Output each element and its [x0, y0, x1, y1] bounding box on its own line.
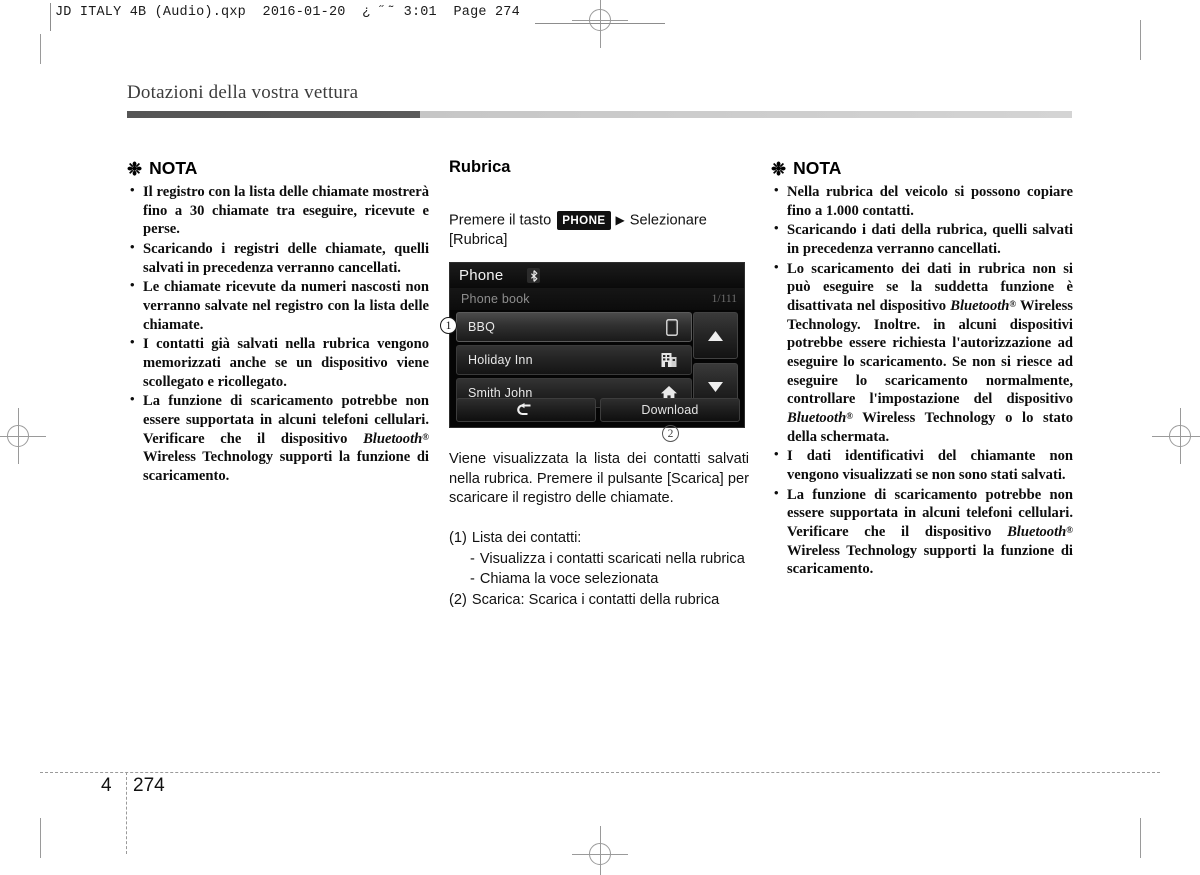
contact-name: Holiday Inn	[468, 353, 533, 368]
registration-mark-right	[1152, 408, 1200, 464]
legend-item: (2) Scarica: Scarica i contatti della ru…	[449, 591, 749, 611]
instruction-line: Premere il tasto PHONE ▶ Selezionare [Rubr…	[449, 211, 749, 250]
bluetooth-brand: Bluetooth	[363, 430, 423, 447]
asterisk-icon: ❉	[771, 158, 787, 179]
contact-name: BBQ	[468, 320, 495, 335]
back-button[interactable]	[456, 398, 596, 423]
crop-line-left-top	[40, 34, 41, 64]
triangle-down-icon	[708, 381, 723, 392]
back-arrow-icon	[517, 402, 531, 415]
head-unit-buttonbar: Download	[456, 398, 740, 423]
slug-rule-horizontal	[535, 23, 665, 24]
nota-heading-left: ❉ NOTA	[127, 158, 429, 179]
nota-list-right: Nella rubrica del veicolo si possono cop…	[771, 182, 1073, 579]
bluetooth-brand: Bluetooth	[950, 298, 1010, 315]
head-unit-figure: Phone Phone book 1/111 BBQ Holiday Inn S…	[440, 262, 745, 443]
nota-label: NOTA	[149, 158, 198, 178]
bluetooth-icon	[527, 268, 541, 284]
nota-text-after: Wireless Technology supporti la funzione…	[143, 449, 429, 485]
nota-text-after: Wireless Technology supporti la funzione…	[787, 542, 1073, 578]
head-unit-subheader: Phone book 1/111	[450, 288, 744, 311]
legend-marker: -	[470, 550, 475, 567]
nota-item-bluetooth: La funzione di scaricamento potrebbe non…	[127, 391, 429, 485]
page-indicator: 1/111	[711, 293, 737, 306]
legend-item: (1) Lista dei contatti:	[449, 529, 749, 549]
legend-marker: (2)	[449, 591, 467, 608]
legend-text: Chiama la voce selezionata	[479, 571, 659, 588]
callout-marker-2: 2	[662, 425, 679, 443]
registered-mark: ®	[1066, 524, 1073, 535]
legend-text: Scarica: Scarica i contatti della rubric…	[471, 591, 720, 608]
legend-list: (1) Lista dei contatti: - Visualizza i c…	[449, 529, 749, 610]
description-paragraph: Viene visualizzata la lista dei contatti…	[449, 451, 749, 507]
chapter-number: 4	[101, 775, 112, 796]
nota-item: Scaricando i registri delle chiamate, qu…	[127, 239, 429, 277]
left-column: ❉ NOTA Il registro con la lista delle ch…	[127, 158, 429, 487]
phonebook-label: Phone book	[461, 292, 530, 307]
middle-column: Rubrica Premere il tasto PHONE ▶ Seleziona…	[440, 158, 749, 611]
running-head: Dotazioni della vostra vettura	[127, 82, 359, 103]
slug-rule-vertical	[50, 3, 51, 31]
nota-item: Le chiamate ricevute da numeri nascosti …	[127, 277, 429, 334]
contact-row[interactable]: Holiday Inn	[456, 345, 692, 376]
legend-subitem: - Visualizza i contatti scaricati nella …	[470, 550, 749, 570]
legend-subitem: - Chiama la voce selezionata	[470, 570, 749, 590]
nota-item: Nella rubrica del veicolo si possono cop…	[771, 182, 1073, 220]
head-unit-titlebar: Phone	[450, 263, 744, 289]
registered-mark: ®	[846, 410, 853, 421]
contact-list: BBQ Holiday Inn Smith John	[456, 312, 692, 411]
nota-item-download-bluetooth: Lo scaricamento dei dati in rubrica non …	[771, 259, 1073, 447]
nota-list-left: Il registro con la lista delle chiamate …	[127, 182, 429, 486]
right-column: ❉ NOTA Nella rubrica del veicolo si poss…	[771, 158, 1073, 580]
head-unit-screen: Phone Phone book 1/111 BBQ Holiday Inn S…	[449, 262, 745, 429]
arrow-right-icon: ▶	[615, 212, 625, 227]
running-head-rule	[127, 111, 1072, 118]
nota-text-middle: Wireless Technology. Inoltre. in alcuni …	[787, 298, 1073, 408]
mobile-phone-icon	[666, 318, 678, 336]
footer-crop-line-horizontal	[40, 772, 1160, 773]
nota-item: I contatti già salvati nella rubrica ven…	[127, 334, 429, 391]
registered-mark: ®	[422, 431, 429, 442]
crop-line-left-bottom	[40, 818, 41, 858]
nota-item-bluetooth: La funzione di scaricamento potrebbe non…	[771, 485, 1073, 579]
triangle-up-icon	[708, 330, 723, 341]
registration-mark-left	[0, 408, 46, 464]
nota-item: Il registro con la lista delle chiamate …	[127, 182, 429, 239]
file-slug: JD ITALY 4B (Audio).qxp 2016-01-20 ¿ ˝˜ …	[55, 5, 520, 20]
contact-row[interactable]: BBQ	[456, 312, 692, 343]
legend-marker: -	[470, 571, 475, 588]
scroll-up-button[interactable]	[693, 312, 738, 360]
registration-mark-top	[572, 0, 628, 48]
office-building-icon	[661, 352, 678, 368]
page-number: 274	[133, 775, 165, 796]
legend-marker: (1)	[449, 529, 467, 546]
registration-mark-bottom	[572, 826, 628, 875]
asterisk-icon: ❉	[127, 158, 143, 179]
section-title: Rubrica	[449, 158, 511, 176]
footer-crop-line-vertical	[126, 772, 127, 854]
nota-label: NOTA	[793, 158, 842, 178]
nota-heading-right: ❉ NOTA	[771, 158, 1073, 179]
nota-item: Scaricando i dati della rubrica, quelli …	[771, 220, 1073, 258]
manual-page: JD ITALY 4B (Audio).qxp 2016-01-20 ¿ ˝˜ …	[0, 0, 1200, 875]
bluetooth-brand: Bluetooth	[787, 410, 847, 427]
download-button[interactable]: Download	[600, 398, 740, 423]
legend-text: Lista dei contatti:	[471, 529, 582, 546]
crop-line-right-top	[1140, 20, 1141, 60]
phone-key-badge: PHONE	[557, 211, 611, 230]
crop-line-right-bottom	[1140, 818, 1141, 858]
head-unit-title: Phone	[459, 267, 504, 285]
instruction-prefix: Premere il tasto	[449, 212, 552, 229]
bluetooth-brand: Bluetooth	[1007, 524, 1067, 541]
legend-text: Visualizza i contatti scaricati nella ru…	[479, 550, 745, 567]
nota-item: I dati identificativi del chiamante non …	[771, 446, 1073, 484]
